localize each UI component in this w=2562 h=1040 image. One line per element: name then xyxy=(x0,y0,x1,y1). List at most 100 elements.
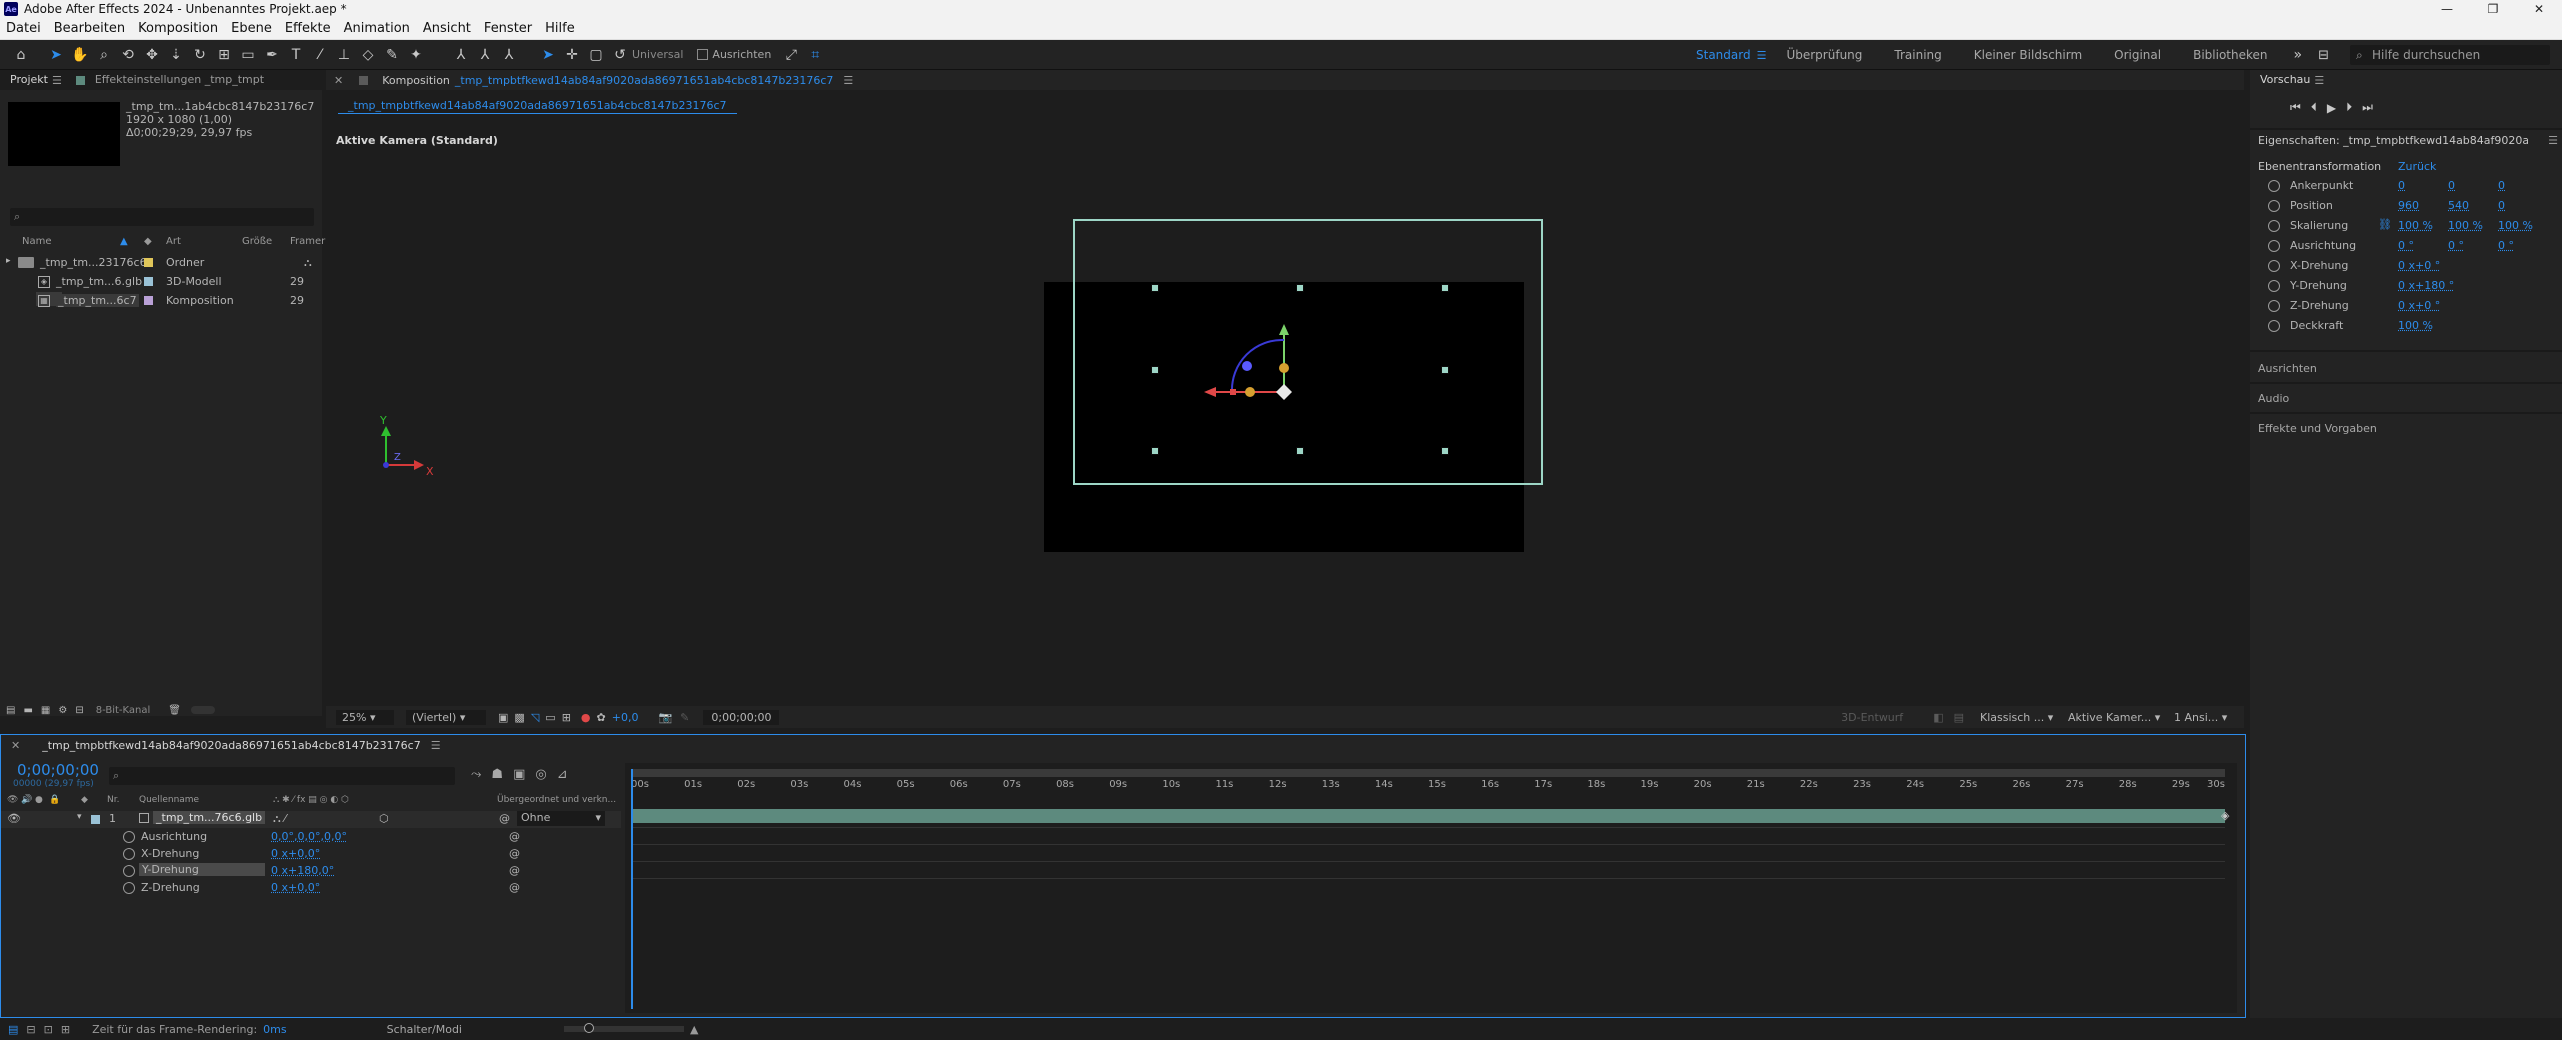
prop-value-z[interactable]: 100 % xyxy=(2498,219,2533,232)
close-button[interactable]: ✕ xyxy=(2516,0,2562,18)
view-layout-select[interactable]: 1 Ansi... ▾ xyxy=(2174,711,2234,724)
3d-layer-switch-icon[interactable]: ⬡ xyxy=(379,812,389,825)
layer-row[interactable]: 👁 ▾ 1 _tmp_tm...76c6.glb ⛬ ⁄ ⬡ @ Ohne ▾ xyxy=(1,811,621,828)
toggle-switches-modes[interactable]: Schalter/Modi xyxy=(387,1023,462,1036)
project-settings-icon[interactable]: ⚙ xyxy=(58,705,67,716)
time-ruler[interactable]: 00s 01s 02s 03s 04s 05s 06s 07s 08s 09s 10s 11s 12s 1… xyxy=(631,779,2225,793)
prop-value-y[interactable]: 540 xyxy=(2448,199,2469,212)
close-tab-icon[interactable]: ✕ xyxy=(334,74,343,87)
align-checkbox[interactable] xyxy=(697,49,709,60)
zoom-slider-thumb[interactable] xyxy=(584,1023,594,1033)
property-value[interactable]: 0 x+180,0° xyxy=(271,864,334,877)
label-color-swatch[interactable] xyxy=(144,277,153,286)
lock-icon[interactable] xyxy=(359,75,369,85)
visibility-column-icon[interactable]: 👁 xyxy=(7,795,18,805)
first-frame-icon[interactable]: ⏮ xyxy=(2290,100,2301,115)
tab-project[interactable]: Projekt xyxy=(0,70,58,90)
snap-icon[interactable]: ⤢ xyxy=(782,46,800,64)
workspace-review[interactable]: Überprüfung xyxy=(1786,48,1862,62)
region-of-interest-icon[interactable]: ▣ xyxy=(498,711,508,724)
property-value[interactable]: 0 x+0,0° xyxy=(271,847,320,860)
prop-value[interactable]: 0 x+180 ° xyxy=(2398,279,2454,292)
preview-menu-icon[interactable]: ☰ xyxy=(2314,74,2324,87)
sort-asc-icon[interactable]: ▲ xyxy=(120,236,128,247)
zoom-select[interactable]: 25% ▾ xyxy=(336,709,394,725)
rectangle-tool-icon[interactable]: ▭ xyxy=(239,46,257,64)
stopwatch-icon[interactable] xyxy=(123,865,135,877)
workspace-menu-icon[interactable]: ☰ xyxy=(1757,49,1767,62)
renderer-select[interactable]: Klassisch ... ▾ xyxy=(1980,711,2056,724)
transform-handle[interactable] xyxy=(1296,284,1304,292)
camera-view-select[interactable]: Aktive Kamer... ▾ xyxy=(2068,711,2164,724)
resolution-select[interactable]: (Viertel) ▾ xyxy=(406,709,486,725)
clone-stamp-icon[interactable]: ⊥ xyxy=(335,46,353,64)
zoom-in-icon[interactable]: ▲ xyxy=(690,1023,698,1036)
composition-viewer[interactable]: Y X Z xyxy=(326,140,2244,720)
folder-expand-icon[interactable]: ▸ xyxy=(6,256,11,266)
stopwatch-icon[interactable] xyxy=(2268,320,2280,332)
move-gizmo-icon[interactable]: ✛ xyxy=(563,46,581,64)
workspace-more-icon[interactable]: » xyxy=(2294,47,2303,63)
maximize-button[interactable]: ❐ xyxy=(2470,0,2516,18)
last-frame-icon[interactable]: ⏭ xyxy=(2362,100,2373,115)
project-item-folder[interactable]: ▸ _tmp_tm...23176c6 Ordner ⛬ xyxy=(0,254,320,272)
in-out-icon[interactable]: ⊡ xyxy=(44,1023,53,1036)
draft-3d-label[interactable]: 3D-Entwurf xyxy=(1841,711,1903,724)
tab-preview[interactable]: Vorschau xyxy=(2250,70,2320,90)
prop-value-y[interactable]: 0 ° xyxy=(2448,239,2464,252)
prop-value-x[interactable]: 0 ° xyxy=(2398,239,2414,252)
project-menu-icon[interactable]: ☰ xyxy=(52,74,62,87)
visibility-icon[interactable]: 👁 xyxy=(7,812,21,825)
workspace-original[interactable]: Original xyxy=(2114,48,2161,62)
section-effects-presets[interactable]: Effekte und Vorgaben xyxy=(2258,422,2377,435)
menu-ansicht[interactable]: Ansicht xyxy=(417,18,478,40)
thumbnail-size-slider[interactable] xyxy=(190,706,215,714)
menu-fenster[interactable]: Fenster xyxy=(478,18,539,40)
prop-value-y[interactable]: 0 xyxy=(2448,179,2455,192)
solo-column-icon[interactable]: ● xyxy=(35,795,43,805)
property-value[interactable]: 0,0°,0,0°,0,0° xyxy=(271,830,347,843)
exposure-value[interactable]: +0,0 xyxy=(612,711,639,724)
prop-value-z[interactable]: 0 xyxy=(2498,179,2505,192)
stopwatch-icon[interactable] xyxy=(2268,260,2280,272)
scale-gizmo-icon[interactable]: ▢ xyxy=(587,46,605,64)
expression-icon[interactable]: @ xyxy=(509,881,520,894)
time-graph[interactable]: 00s 01s 02s 03s 04s 05s 06s 07s 08s 09s 10s 11s 12s 1… xyxy=(625,763,2237,1013)
frame-blending-icon[interactable]: ▣ xyxy=(513,767,525,782)
mask-visibility-icon[interactable]: ◹ xyxy=(531,711,539,724)
pan-camera-icon[interactable]: ✥ xyxy=(143,46,161,64)
prop-value-z[interactable]: 0 ° xyxy=(2498,239,2514,252)
stopwatch-icon[interactable] xyxy=(2268,220,2280,232)
parent-select[interactable]: Ohne ▾ xyxy=(517,811,605,826)
comp-tab-name[interactable]: _tmp_tmpbtfkewd14ab84af9020ada86971651ab… xyxy=(455,74,834,87)
snapping-icon[interactable]: ⌗ xyxy=(806,46,824,64)
render-info-icon[interactable]: ▤ xyxy=(8,1023,18,1036)
pan-behind-icon[interactable]: ⊞ xyxy=(215,46,233,64)
audio-column-icon[interactable]: 🔊 xyxy=(21,795,32,805)
color-channel-icon[interactable]: ● xyxy=(581,711,591,724)
stopwatch-icon[interactable] xyxy=(2268,200,2280,212)
column-number[interactable]: Nr. xyxy=(107,795,119,805)
hand-tool-icon[interactable]: ✋ xyxy=(71,46,89,64)
stopwatch-icon[interactable] xyxy=(123,882,135,894)
menu-datei[interactable]: Datei xyxy=(0,18,48,40)
roto-brush-icon[interactable]: ✎ xyxy=(383,46,401,64)
workspace-small-screen[interactable]: Kleiner Bildschirm xyxy=(1974,48,2082,62)
minimize-button[interactable]: — xyxy=(2424,0,2470,18)
pick-whip-icon[interactable]: @ xyxy=(499,812,510,825)
expression-icon[interactable]: @ xyxy=(509,864,520,877)
next-frame-icon[interactable]: ⏵ xyxy=(2346,100,2352,115)
comp-subtab[interactable]: _tmp_tmpbtfkewd14ab84af9020ada86971651ab… xyxy=(338,98,737,114)
layer-label-swatch[interactable] xyxy=(91,815,100,824)
constrain-proportions-icon[interactable]: ⛓ xyxy=(2378,218,2392,231)
tab-effect-controls[interactable]: Effekteinstellungen _tmp_tmpt xyxy=(85,70,274,90)
timeline-timecode[interactable]: 0;00;00;00 xyxy=(17,761,99,779)
current-time-indicator[interactable] xyxy=(631,769,633,1009)
prop-value[interactable]: 0 x+0 ° xyxy=(2398,259,2440,272)
world-axis-icon[interactable]: ⅄ xyxy=(476,46,494,64)
prop-value-x[interactable]: 100 % xyxy=(2398,219,2433,232)
transform-handle[interactable] xyxy=(1441,366,1449,374)
prop-value-x[interactable]: 0 xyxy=(2398,179,2405,192)
eraser-tool-icon[interactable]: ◇ xyxy=(359,46,377,64)
brush-tool-icon[interactable]: ⁄ xyxy=(311,46,329,64)
